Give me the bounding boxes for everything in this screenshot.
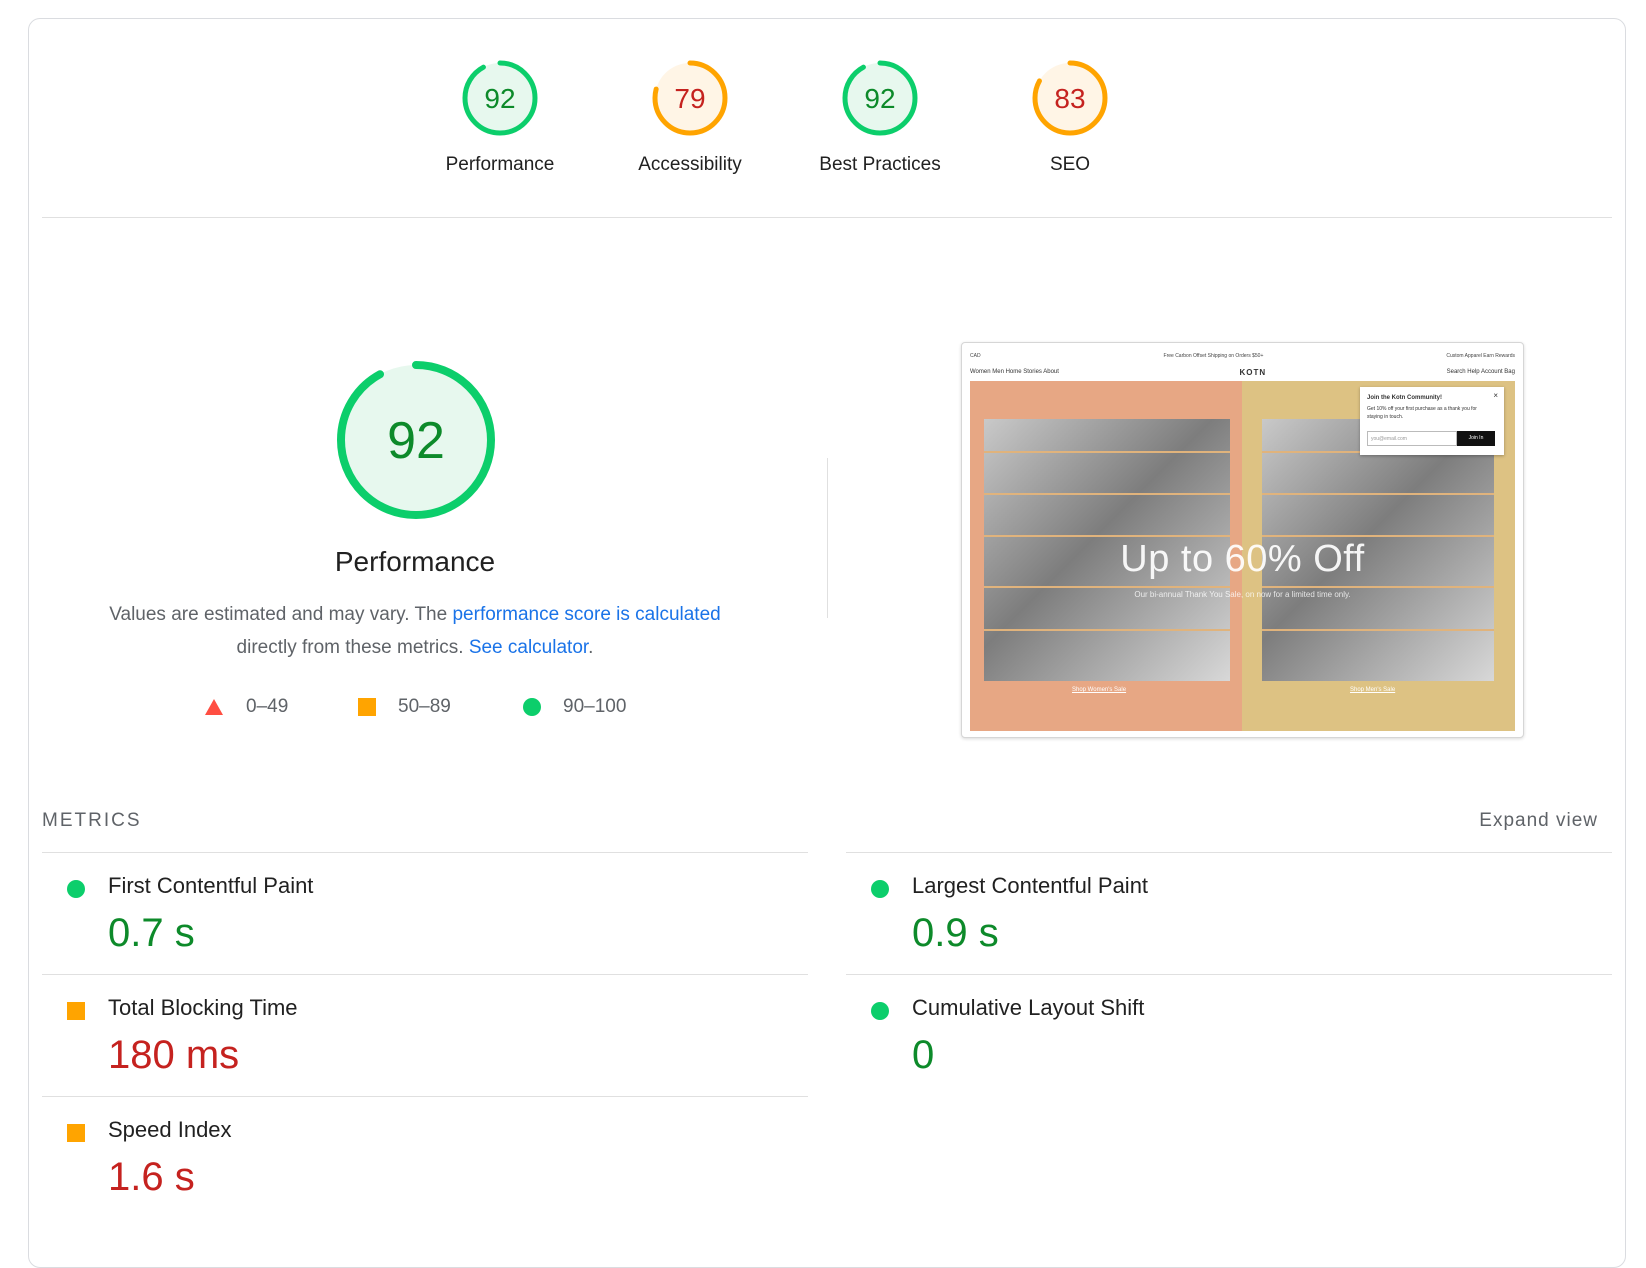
metric-speed-index: Speed Index 1.6 s	[42, 1097, 808, 1217]
category-gauges: 92 Performance 79 Accessibility 92 Best …	[0, 0, 1646, 220]
gauge-label: Performance	[445, 154, 555, 175]
triangle-icon	[205, 699, 223, 715]
section-divider	[42, 217, 1612, 218]
final-screenshot[interactable]: CAD Free Carbon Offset Shipping on Order…	[961, 342, 1524, 738]
metric-first-contentful-paint: First Contentful Paint 0.7 s	[42, 853, 808, 973]
legend-fail: 0–49	[204, 696, 288, 718]
metric-value: 0	[912, 1033, 935, 1077]
circle-icon	[871, 1002, 889, 1020]
performance-gauge: 92	[337, 361, 495, 519]
expand-view-button[interactable]: Expand view	[1479, 810, 1598, 832]
metric-value: 0.9 s	[912, 911, 999, 955]
gauge-performance[interactable]: 92 Performance	[400, 58, 600, 176]
metrics-heading: METRICS	[42, 810, 142, 831]
square-icon	[67, 1124, 85, 1142]
legend-range: 90–100	[563, 696, 627, 717]
thumb-currency: CAD	[970, 353, 981, 359]
vertical-separator	[827, 458, 828, 618]
legend-range: 0–49	[246, 696, 289, 717]
legend-average: 50–89	[358, 696, 451, 718]
gauge-score: 79	[674, 83, 705, 114]
popup-email-input: you@email.com	[1367, 431, 1457, 446]
thumb-popup: Join the Kotn Community! × Get 10% off y…	[1360, 387, 1504, 455]
popup-title: Join the Kotn Community!	[1367, 395, 1442, 401]
score-calculated-link[interactable]: performance score is calculated	[452, 604, 720, 625]
square-icon	[67, 1002, 85, 1020]
gauge-score: 92	[484, 83, 515, 114]
desc-text: Values are estimated and may vary. The	[109, 604, 453, 625]
desc-text: .	[588, 637, 594, 658]
gauge-seo[interactable]: 83 SEO	[970, 58, 1170, 176]
gauge-score: 92	[864, 83, 895, 114]
metric-value: 0.7 s	[108, 911, 195, 955]
gauge-score: 83	[1054, 83, 1085, 114]
metric-name: First Contentful Paint	[108, 873, 314, 898]
metric-total-blocking-time: Total Blocking Time 180 ms	[42, 975, 808, 1095]
metric-name: Total Blocking Time	[108, 995, 298, 1020]
thumb-headline: Up to 60% Off	[1120, 538, 1365, 580]
gauge-label: Best Practices	[819, 154, 941, 175]
metric-name: Speed Index	[108, 1117, 232, 1142]
gauge-ring: 92	[842, 60, 918, 136]
popup-text: Get 10% off your first purchase as a tha…	[1367, 406, 1477, 420]
metric-largest-contentful-paint: Largest Contentful Paint 0.9 s	[846, 853, 1612, 973]
gauge-ring: 83	[1032, 60, 1108, 136]
thumb-navbar: Women Men Home Stories About KOTN Search…	[970, 365, 1515, 379]
metric-cumulative-layout-shift: Cumulative Layout Shift 0	[846, 975, 1612, 1095]
popup-join-button: Join In	[1457, 431, 1495, 446]
square-icon	[358, 698, 376, 716]
thumb-shop-women: Shop Women's Sale	[1072, 687, 1127, 693]
thumb-nav-right: Search Help Account Bag	[1446, 369, 1515, 375]
thumb-brand: KOTN	[1239, 367, 1267, 377]
desc-text: directly from these metrics.	[236, 637, 469, 658]
gauge-ring: 92	[462, 60, 538, 136]
score-legend: 0–49 50–89 90–100	[0, 696, 830, 726]
thumb-topbar: CAD Free Carbon Offset Shipping on Order…	[970, 351, 1515, 361]
metric-value: 180 ms	[108, 1033, 240, 1077]
circle-icon	[871, 880, 889, 898]
thumb-subline: Our bi-annual Thank You Sale, on now for…	[1134, 590, 1351, 599]
circle-icon	[67, 880, 85, 898]
gauge-label: SEO	[1049, 154, 1091, 175]
gauge-label: Accessibility	[638, 154, 742, 175]
gauge-ring: 79	[652, 60, 728, 136]
circle-icon	[523, 698, 541, 716]
performance-title: Performance	[334, 546, 496, 577]
thumb-shop-men: Shop Men's Sale	[1350, 687, 1396, 693]
thumb-shipping: Free Carbon Offset Shipping on Orders $5…	[1163, 353, 1264, 359]
gauge-accessibility[interactable]: 79 Accessibility	[590, 58, 790, 176]
thumb-nav-left: Women Men Home Stories About	[970, 369, 1059, 375]
legend-range: 50–89	[398, 696, 451, 717]
close-icon: ×	[1493, 391, 1498, 400]
metric-value: 1.6 s	[108, 1155, 195, 1199]
metric-name: Cumulative Layout Shift	[912, 995, 1145, 1020]
gauge-best-practices[interactable]: 92 Best Practices	[780, 58, 980, 176]
metric-name: Largest Contentful Paint	[912, 873, 1149, 898]
performance-score: 92	[387, 412, 445, 470]
see-calculator-link[interactable]: See calculator	[469, 637, 588, 658]
performance-description: Values are estimated and may vary. The p…	[60, 598, 770, 664]
thumb-top-links: Custom Apparel Earn Rewards	[1446, 353, 1515, 359]
legend-pass: 90–100	[523, 696, 626, 718]
